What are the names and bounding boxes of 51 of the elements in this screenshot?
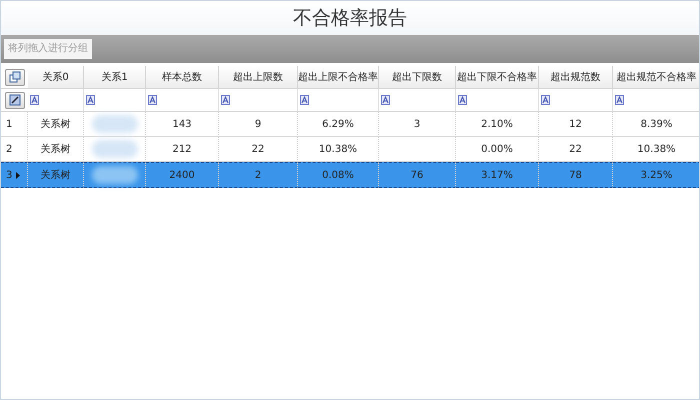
filter-condition-icon[interactable] [221,95,230,105]
filter-field[interactable] [28,89,84,112]
table-cell: 关系树 [28,112,84,137]
filter-condition-icon[interactable] [300,95,309,105]
row-indicator[interactable]: 1 [1,112,28,137]
table-cell: 3.17% [456,162,539,188]
blurred-text [92,140,138,158]
table-cell: 78 [539,162,613,188]
filter-clear-button[interactable] [4,92,24,108]
table-cell: 8.39% [613,112,699,137]
filter-field[interactable] [219,89,298,112]
column-header[interactable]: 关系0 [28,66,84,89]
table-cell: 2 [219,162,298,188]
column-header[interactable]: 样本总数 [146,66,219,89]
filter-field[interactable] [84,89,146,112]
table-cell: 2.10% [456,112,539,137]
column-header[interactable]: 超出下限不合格率 [456,66,539,89]
filter-condition-icon[interactable] [381,95,390,105]
filter-condition-icon[interactable] [458,95,467,105]
column-header[interactable]: 超出上限不合格率 [298,66,379,89]
filter-field[interactable] [298,89,379,112]
overlapping-squares-icon [8,71,20,83]
pencil-square-icon [8,94,20,106]
column-chooser-button[interactable] [4,68,24,86]
column-header[interactable]: 超出规范数 [539,66,613,89]
table-cell: 12 [539,112,613,137]
table-cell: 76 [379,162,456,188]
column-header[interactable]: 超出下限数 [379,66,456,89]
table-cell: 6.29% [298,112,379,137]
filter-condition-icon[interactable] [541,95,550,105]
table-cell: 9 [219,112,298,137]
blurred-text [92,166,138,184]
filter-field[interactable] [456,89,539,112]
filter-condition-icon[interactable] [615,95,624,105]
filter-condition-icon[interactable] [30,95,39,105]
table-cell: 3.25% [613,162,699,188]
table-cell: 3 [379,112,456,137]
current-row-icon [16,172,20,178]
filter-field[interactable] [379,89,456,112]
column-header[interactable]: 关系1 [84,66,146,89]
blurred-text [92,115,138,133]
row-indicator[interactable]: 3 [1,162,28,188]
table-cell: 关系树 [28,162,84,188]
table-cell: 2400 [146,162,219,188]
table-cell: 0.08% [298,162,379,188]
filter-condition-icon[interactable] [86,95,95,105]
filter-condition-icon[interactable] [148,95,157,105]
filter-field[interactable] [539,89,613,112]
filter-field[interactable] [146,89,219,112]
table-cell: 143 [146,112,219,137]
column-header[interactable]: 超出上限数 [219,66,298,89]
